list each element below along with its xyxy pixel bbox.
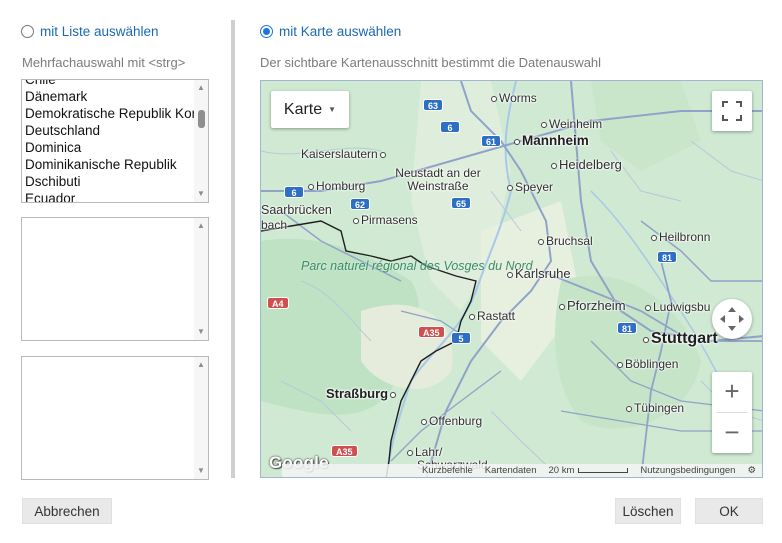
list-item[interactable]: Dschibuti [22, 173, 196, 190]
city-label: Stuttgart [643, 330, 718, 348]
city-label: Kaiserslautern [301, 147, 388, 161]
city-label: Karlsruhe [507, 266, 571, 281]
road-shield: 65 [451, 197, 472, 209]
list-mode-radio[interactable]: mit Liste auswählen [21, 24, 159, 39]
country-list: Chile Dänemark Demokratische Republik Ko… [22, 80, 196, 202]
list-item[interactable]: Dominikanische Republik [22, 156, 196, 173]
road-shield: A35 [418, 326, 445, 338]
scroll-thumb[interactable] [198, 110, 205, 128]
city-label: Mannheim [514, 133, 589, 148]
road-shield: 6 [440, 121, 460, 133]
city-label: bach [261, 218, 288, 232]
scale-bar[interactable]: 20 km [549, 465, 629, 476]
city-label: Saarbrücken [261, 203, 332, 217]
city-label: Homburg [308, 179, 365, 193]
city-label: Speyer [507, 180, 553, 194]
radio-button-checked[interactable] [260, 25, 273, 38]
road-shield: 61 [481, 135, 502, 147]
city-label: Pirmasens [353, 213, 418, 227]
fullscreen-button[interactable] [712, 91, 752, 131]
radio-button[interactable] [21, 25, 34, 38]
road-shield: A4 [267, 297, 289, 309]
list-mode-label: mit Liste auswählen [40, 24, 159, 39]
panel-divider [231, 20, 235, 478]
city-label: Böblingen [617, 357, 678, 371]
map-mode-label: mit Karte auswählen [279, 24, 402, 39]
map-view[interactable]: Parc naturel régional des Vosges du Nord… [260, 80, 763, 478]
multi-select-hint: Mehrfachauswahl mit <strg> [22, 55, 186, 70]
road-shield: 81 [617, 322, 638, 334]
clear-button[interactable]: Löschen [615, 498, 681, 524]
map-data-link[interactable]: Kartendaten [485, 465, 537, 476]
tertiary-listbox[interactable]: ▲ ▼ [21, 356, 209, 480]
road-shield: 62 [350, 198, 371, 210]
country-listbox[interactable]: Chile Dänemark Demokratische Republik Ko… [21, 79, 209, 203]
zoom-in-button[interactable]: + [712, 372, 752, 412]
zoom-out-button[interactable]: − [712, 413, 752, 453]
city-label: Lahr/ [407, 445, 442, 459]
road-shield: A35 [331, 445, 358, 457]
scroll-up-arrow-icon[interactable]: ▲ [194, 358, 208, 372]
listbox-scrollbar[interactable]: ▲ ▼ [194, 218, 208, 340]
terms-link[interactable]: Nutzungsbedingungen [640, 465, 735, 476]
cancel-button[interactable]: Abbrechen [22, 498, 112, 524]
scroll-down-arrow-icon[interactable]: ▼ [194, 187, 208, 201]
road-shield: 6 [284, 186, 304, 198]
scale-line [578, 468, 629, 473]
map-type-label: Karte [283, 100, 323, 118]
listbox-scrollbar[interactable]: ▲ ▼ [194, 80, 208, 202]
road-shield: 5 [451, 332, 471, 344]
city-label: Offenburg [421, 414, 482, 428]
scroll-up-arrow-icon[interactable]: ▲ [194, 81, 208, 95]
city-label: Bruchsal [538, 234, 593, 248]
city-label: Worms [491, 91, 537, 105]
map-hint: Der sichtbare Kartenausschnitt bestimmt … [260, 55, 602, 70]
city-label: Pforzheim [559, 298, 626, 313]
scale-label: 20 km [548, 465, 575, 476]
map-attribution-bar: Kurzbefehle Kartendaten 20 km Nutzungsbe… [282, 464, 762, 477]
list-item[interactable]: Deutschland [22, 122, 196, 139]
secondary-listbox[interactable]: ▲ ▼ [21, 217, 209, 341]
city-label: Neustadt an der Weinstraße [395, 166, 481, 193]
zoom-control: + − [712, 372, 752, 453]
fullscreen-icon [722, 101, 742, 121]
list-item[interactable]: Chile [22, 80, 196, 88]
list-item[interactable]: Demokratische Republik Kongo [22, 105, 196, 122]
keyboard-shortcuts-link[interactable]: Kurzbefehle [422, 465, 473, 476]
city-label: Ludwigsbu [645, 300, 710, 314]
pan-arrows-icon [720, 307, 744, 331]
city-label: Heilbronn [651, 230, 710, 244]
park-label: Parc naturel régional des Vosges du Nord [301, 259, 533, 273]
road-shield: 81 [657, 251, 678, 263]
city-label: Heidelberg [551, 157, 622, 172]
map-mode-radio[interactable]: mit Karte auswählen [260, 24, 401, 39]
scroll-down-arrow-icon[interactable]: ▼ [194, 325, 208, 339]
scroll-down-arrow-icon[interactable]: ▼ [194, 464, 208, 478]
report-error-icon[interactable]: ⚙ [747, 465, 756, 476]
city-label: Rastatt [469, 309, 515, 323]
ok-button[interactable]: OK [695, 498, 763, 524]
city-label: Weinheim [541, 117, 602, 131]
list-item[interactable]: Dänemark [22, 88, 196, 105]
scroll-up-arrow-icon[interactable]: ▲ [194, 219, 208, 233]
caret-down-icon: ▼ [328, 105, 337, 114]
camera-control-button[interactable] [712, 299, 752, 339]
listbox-scrollbar[interactable]: ▲ ▼ [194, 357, 208, 479]
list-item[interactable]: Dominica [22, 139, 196, 156]
road-shield: 63 [423, 99, 444, 111]
map-type-button[interactable]: Karte ▼ [271, 91, 349, 128]
list-item[interactable]: Ecuador [22, 190, 196, 202]
city-label: Straßburg [326, 386, 398, 401]
city-label: Tübingen [626, 401, 684, 415]
